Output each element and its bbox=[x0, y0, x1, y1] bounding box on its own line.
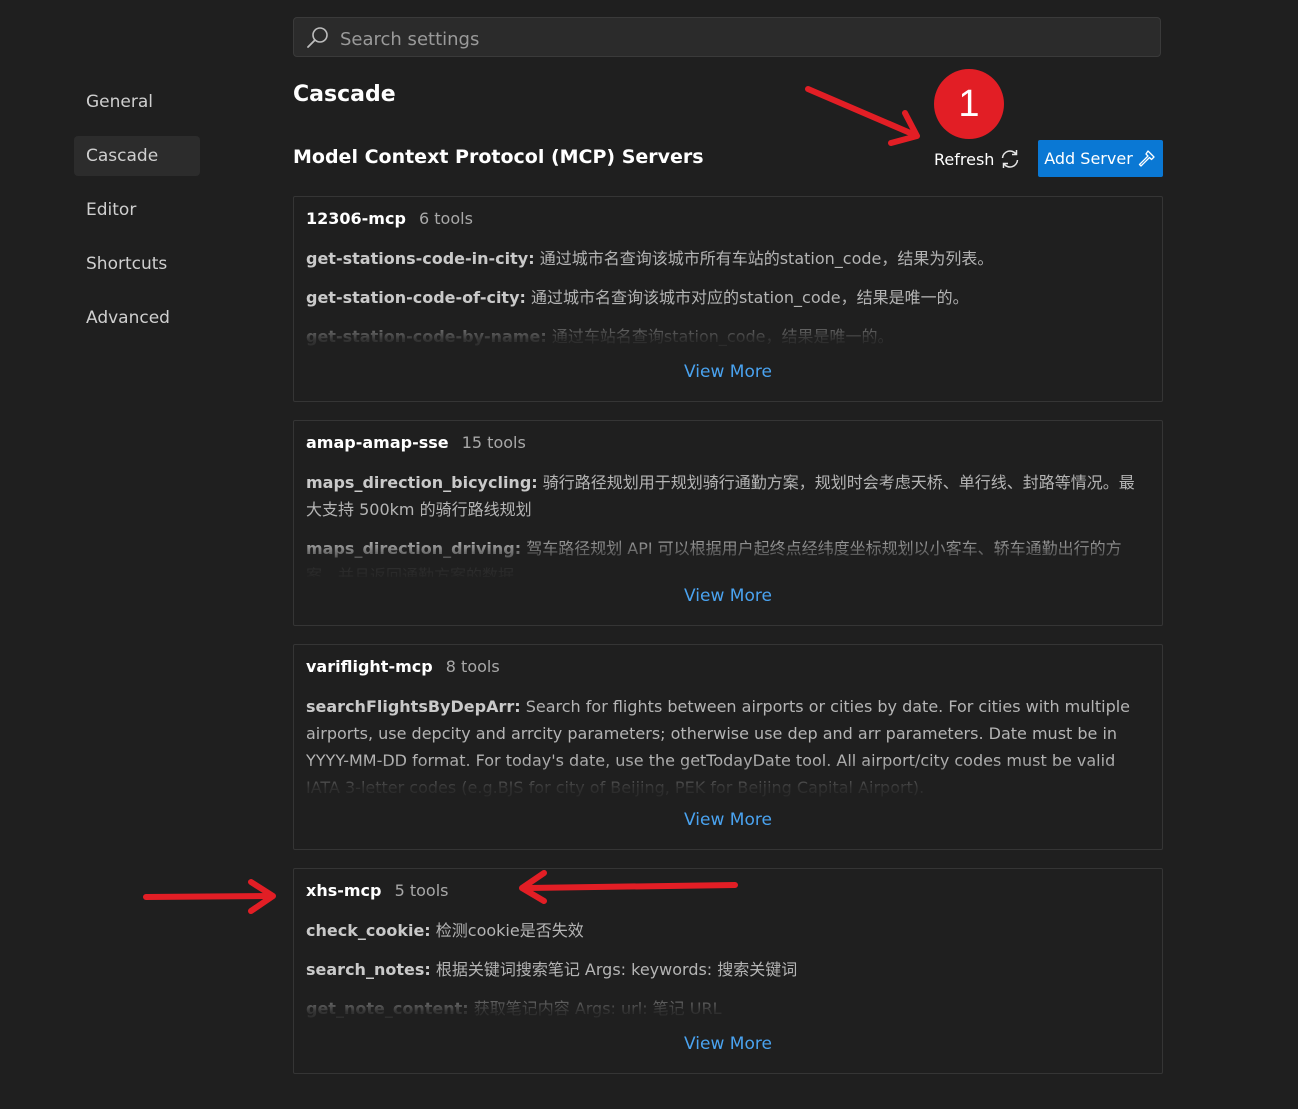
add-server-label: Add Server bbox=[1044, 149, 1133, 168]
search-input[interactable] bbox=[338, 25, 1142, 53]
annotation-number-badge: 1 bbox=[934, 69, 1004, 139]
server-card-header: 12306-mcp 6 tools bbox=[306, 209, 473, 228]
tool-item: check_cookie: 检测cookie是否失效 bbox=[306, 917, 1144, 944]
tool-item: maps_direction_driving: 驾车路径规划 API 可以根据用… bbox=[306, 535, 1144, 577]
tool-item: searchFlightsByDepArr: Search for flight… bbox=[306, 693, 1144, 801]
search-icon bbox=[307, 27, 328, 48]
refresh-label: Refresh bbox=[934, 149, 995, 169]
tool-description: 通过城市名查询该城市对应的station_code，结果是唯一的。 bbox=[525, 288, 969, 307]
tool-list: searchFlightsByDepArr: Search for flight… bbox=[306, 693, 1144, 801]
annotation-arrowhead-refresh bbox=[888, 110, 920, 146]
tool-item: get_note_content: 获取笔记内容 Args: url: 笔记 U… bbox=[306, 995, 1144, 1022]
view-more-link[interactable]: View More bbox=[294, 1034, 1162, 1054]
sidebar-item-cascade[interactable]: Cascade bbox=[74, 136, 200, 176]
tool-name: get-station-code-of-city: bbox=[306, 288, 526, 307]
tool-list: get-stations-code-in-city: 通过城市名查询该城市所有车… bbox=[306, 245, 1144, 353]
sidebar-item-general[interactable]: General bbox=[74, 82, 200, 122]
view-more-link[interactable]: View More bbox=[294, 810, 1162, 830]
page-title: Cascade bbox=[293, 82, 396, 107]
sidebar-item-advanced[interactable]: Advanced bbox=[74, 298, 200, 338]
tool-count: 15 tools bbox=[461, 433, 526, 452]
tool-description: 通过车站名查询station_code，结果是唯一的。 bbox=[546, 327, 894, 346]
tool-count: 6 tools bbox=[419, 209, 473, 228]
tool-name: get-stations-code-in-city: bbox=[306, 249, 535, 268]
tool-name: searchFlightsByDepArr: bbox=[306, 697, 521, 716]
server-card-12306-mcp: 12306-mcp 6 tools get-stations-code-in-c… bbox=[293, 196, 1163, 402]
server-card-header: xhs-mcp 5 tools bbox=[306, 881, 448, 900]
tool-list: maps_direction_bicycling: 骑行路径规划用于规划骑行通勤… bbox=[306, 469, 1144, 577]
view-more-link[interactable]: View More bbox=[294, 586, 1162, 606]
server-card-xhs-mcp: xhs-mcp 5 tools check_cookie: 检测cookie是否… bbox=[293, 868, 1163, 1074]
tool-item: get-station-code-of-city: 通过城市名查询该城市对应的s… bbox=[306, 284, 1144, 311]
sidebar-item-editor[interactable]: Editor bbox=[74, 190, 200, 230]
annotation-arrow-refresh bbox=[805, 86, 918, 138]
tool-name: maps_direction_driving: bbox=[306, 539, 522, 558]
server-name: 12306-mcp bbox=[306, 209, 406, 228]
add-server-button[interactable]: Add Server bbox=[1038, 140, 1163, 177]
server-card-variflight-mcp: variflight-mcp 8 tools searchFlightsByDe… bbox=[293, 644, 1163, 850]
tool-item: get-stations-code-in-city: 通过城市名查询该城市所有车… bbox=[306, 245, 1144, 272]
tool-item: search_notes: 根据关键词搜索笔记 Args: keywords: … bbox=[306, 956, 1144, 983]
server-name: xhs-mcp bbox=[306, 881, 382, 900]
server-card-amap-amap-sse: amap-amap-sse 15 tools maps_direction_bi… bbox=[293, 420, 1163, 626]
annotation-arrow-left bbox=[143, 893, 273, 900]
server-name: variflight-mcp bbox=[306, 657, 433, 676]
tool-name: check_cookie: bbox=[306, 921, 431, 940]
tool-description: 通过城市名查询该城市所有车站的station_code，结果为列表。 bbox=[534, 249, 994, 268]
tool-item: get-station-code-by-name: 通过车站名查询station… bbox=[306, 323, 1144, 350]
refresh-button[interactable]: Refresh bbox=[934, 146, 1022, 172]
server-card-header: amap-amap-sse 15 tools bbox=[306, 433, 526, 452]
tool-list: check_cookie: 检测cookie是否失效 search_notes:… bbox=[306, 917, 1144, 1025]
tool-name: search_notes: bbox=[306, 960, 431, 979]
server-card-header: variflight-mcp 8 tools bbox=[306, 657, 500, 676]
tool-item: maps_direction_bicycling: 骑行路径规划用于规划骑行通勤… bbox=[306, 469, 1144, 523]
tool-description: 根据关键词搜索笔记 Args: keywords: 搜索关键词 bbox=[430, 960, 798, 979]
sidebar-item-shortcuts[interactable]: Shortcuts bbox=[74, 244, 200, 284]
refresh-icon bbox=[1002, 150, 1019, 168]
tool-name: maps_direction_bicycling: bbox=[306, 473, 538, 492]
section-title: Model Context Protocol (MCP) Servers bbox=[293, 146, 704, 168]
annotation-arrowhead-left bbox=[248, 879, 276, 914]
view-more-link[interactable]: View More bbox=[294, 362, 1162, 382]
server-name: amap-amap-sse bbox=[306, 433, 449, 452]
tool-description: 获取笔记内容 Args: url: 笔记 URL bbox=[468, 999, 722, 1018]
tool-description: 检测cookie是否失效 bbox=[430, 921, 584, 940]
settings-sidebar: General Cascade Editor Shortcuts Advance… bbox=[74, 82, 200, 352]
hammer-icon bbox=[1138, 149, 1155, 167]
tool-name: get_note_content: bbox=[306, 999, 469, 1018]
tool-count: 8 tools bbox=[445, 657, 500, 676]
search-bar[interactable] bbox=[293, 17, 1161, 57]
tool-count: 5 tools bbox=[394, 881, 449, 900]
tool-name: get-station-code-by-name: bbox=[306, 327, 547, 346]
